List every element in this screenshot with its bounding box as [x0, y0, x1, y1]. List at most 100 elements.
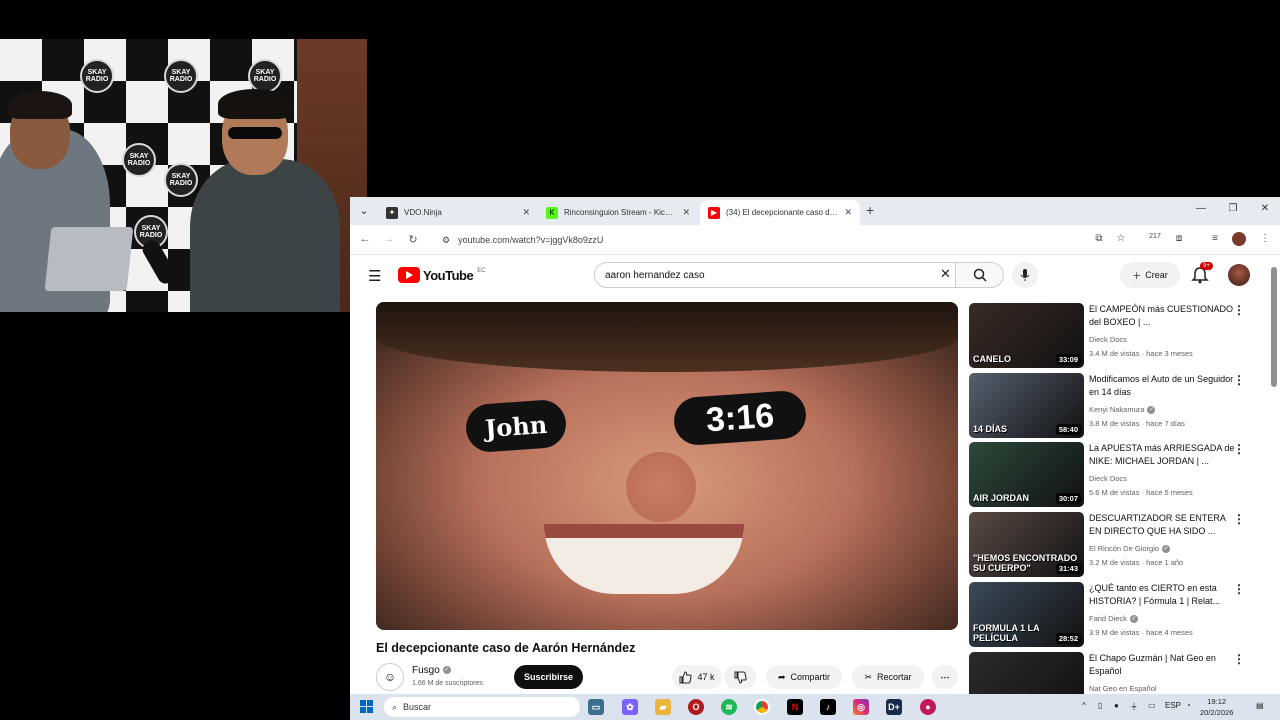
taskbar-search[interactable]: ⌕ Buscar: [384, 697, 580, 717]
windows-start-icon[interactable]: [360, 700, 373, 713]
new-tab-button[interactable]: +: [866, 202, 874, 218]
browser-menu-icon[interactable]: ⋮: [1258, 233, 1272, 244]
more-options-icon[interactable]: ⋮: [1233, 582, 1245, 596]
bookmark-star-icon[interactable]: ☆: [1114, 233, 1128, 244]
disney-plus-icon[interactable]: D+: [886, 699, 902, 715]
recommended-video[interactable]: 14 DÍAS 58:40 Modificamos el Auto de un Se…: [969, 373, 1259, 439]
tab-label: VDO.Ninja: [404, 208, 442, 217]
reload-icon[interactable]: ↻: [406, 233, 420, 246]
profile-avatar[interactable]: [1232, 232, 1246, 246]
back-icon[interactable]: ←: [358, 233, 372, 245]
copilot-icon[interactable]: ✿: [622, 699, 638, 715]
video-thumbnail[interactable]: "HEMOS ENCONTRADO SU CUERPO" 31:43: [969, 512, 1084, 577]
recommended-title[interactable]: El Chapo Guzmán | Nat Geo en Español: [1089, 652, 1237, 678]
thumbnail-text: 14 DÍAS: [973, 424, 1008, 434]
voice-search-button[interactable]: [1012, 262, 1038, 288]
tab-vdo-ninja[interactable]: ✦ VDO.Ninja ✕: [378, 200, 538, 225]
file-explorer-icon[interactable]: ▰: [655, 699, 671, 715]
video-player[interactable]: John 3:16: [376, 302, 958, 630]
site-info-icon[interactable]: ⚙: [442, 235, 450, 246]
language-indicator[interactable]: ESP: [1165, 701, 1181, 710]
search-input[interactable]: aaron hernandez caso: [594, 262, 956, 288]
close-icon[interactable]: ✕: [682, 207, 690, 218]
video-thumbnail[interactable]: AIR JORDAN 30:07: [969, 442, 1084, 507]
recommended-title[interactable]: La APUESTA más ARRIESGADA de NIKE: MICHA…: [1089, 442, 1237, 468]
more-options-icon[interactable]: ⋮: [1233, 512, 1245, 526]
netflix-icon[interactable]: N: [787, 699, 803, 715]
create-button[interactable]: ＋ Crear: [1120, 262, 1180, 288]
task-view-icon[interactable]: ▭: [588, 699, 604, 715]
minimize-icon[interactable]: —: [1194, 203, 1208, 214]
recommended-title[interactable]: DESCUARTIZADOR SE ENTERA EN DIRECTO QUE …: [1089, 512, 1237, 538]
recommended-video[interactable]: FORMULA 1 LA PELÍCULA 28:52 ¿QUÉ tanto es …: [969, 582, 1259, 648]
subscribe-button[interactable]: Suscribirse: [514, 665, 583, 689]
forward-icon[interactable]: →: [382, 233, 396, 245]
video-thumbnail[interactable]: [969, 652, 1084, 694]
account-avatar[interactable]: [1228, 264, 1250, 286]
recommended-video[interactable]: CANELO 33:09 El CAMPEÓN más CUESTIONADO de…: [969, 303, 1259, 369]
search-icon: ⌕: [392, 701, 398, 712]
close-icon[interactable]: ✕: [844, 207, 852, 218]
channel-name[interactable]: Fusgo ✓: [412, 665, 451, 676]
recommended-channel[interactable]: Dieck Docs: [1089, 335, 1127, 344]
menu-icon[interactable]: ☰: [368, 267, 381, 285]
tray-app-icon[interactable]: ▯: [1098, 701, 1102, 710]
more-options-icon[interactable]: ⋮: [1233, 652, 1245, 666]
notification-center-icon[interactable]: ▤: [1256, 701, 1264, 710]
chrome-icon[interactable]: [754, 699, 770, 715]
microphone-tray-icon[interactable]: ●: [1114, 701, 1119, 710]
close-window-icon[interactable]: ✕: [1258, 203, 1272, 214]
extension-badge-icon[interactable]: 217: [1148, 233, 1162, 240]
page-scrollbar[interactable]: [1270, 261, 1278, 694]
instagram-icon[interactable]: ◎: [853, 699, 869, 715]
recommended-video[interactable]: El Chapo Guzmán | Nat Geo en Español Nat …: [969, 652, 1259, 694]
eyeblack-right-text: 3:16: [704, 396, 776, 439]
recommended-channel[interactable]: Farid Dieck ✓: [1089, 614, 1138, 624]
recommended-channel[interactable]: El Rincón De Giorgio ✓: [1089, 544, 1171, 554]
video-thumbnail[interactable]: 14 DÍAS 58:40: [969, 373, 1084, 438]
channel-avatar[interactable]: ☺: [376, 663, 404, 691]
more-actions-icon[interactable]: ⋯: [932, 665, 958, 689]
more-options-icon[interactable]: ⋮: [1233, 442, 1245, 456]
clear-search-icon[interactable]: ✕: [940, 266, 951, 282]
clock[interactable]: 19:12 20/2/2026: [1200, 696, 1233, 718]
close-icon[interactable]: ✕: [522, 207, 530, 218]
opera-icon[interactable]: O: [688, 699, 704, 715]
chevron-up-icon[interactable]: ^: [1082, 701, 1086, 710]
recommended-title[interactable]: El CAMPEÓN más CUESTIONADO del BOXEO | .…: [1089, 303, 1237, 329]
restore-icon[interactable]: ❐: [1226, 203, 1240, 214]
tab-kick[interactable]: K Rinconsinguion Stream - Kick D ✕: [538, 200, 698, 225]
recommended-video[interactable]: AIR JORDAN 30:07 La APUESTA más ARRIESGADA…: [969, 442, 1259, 508]
usb-icon[interactable]: ⏚: [1130, 701, 1138, 712]
wifi-icon[interactable]: ◔: [1186, 701, 1191, 710]
youtube-icon: ▶: [708, 206, 720, 219]
more-options-icon[interactable]: ⋮: [1233, 303, 1245, 317]
extensions-icon[interactable]: ⧈: [1172, 233, 1186, 244]
youtube-logo[interactable]: YouTube EC: [398, 267, 486, 283]
recommended-title[interactable]: Modificamos el Auto de un Seguidor en 14…: [1089, 373, 1237, 399]
tiktok-icon[interactable]: ♪: [820, 699, 836, 715]
tab-youtube[interactable]: ▶ (34) El decepcionante caso de A ✕: [700, 200, 860, 225]
recommended-title[interactable]: ¿QUÉ tanto es CIERTO en esta HISTORIA? |…: [1089, 582, 1237, 608]
network-icon[interactable]: ▭: [1148, 701, 1156, 710]
like-button[interactable]: 47 k: [672, 665, 722, 689]
share-label: Compartir: [790, 672, 831, 682]
dislike-button[interactable]: [724, 665, 756, 689]
video-thumbnail[interactable]: CANELO 33:09: [969, 303, 1084, 368]
recommended-channel[interactable]: Dieck Docs: [1089, 474, 1127, 483]
tab-search-icon[interactable]: ⌄: [356, 203, 372, 219]
reading-list-icon[interactable]: ≡: [1208, 233, 1222, 244]
cast-icon[interactable]: ⧉: [1092, 233, 1106, 244]
scrollbar-thumb[interactable]: [1271, 267, 1277, 387]
spotify-icon[interactable]: ≋: [721, 699, 737, 715]
app-icon[interactable]: ●: [920, 699, 936, 715]
video-thumbnail[interactable]: FORMULA 1 LA PELÍCULA 28:52: [969, 582, 1084, 647]
more-options-icon[interactable]: ⋮: [1233, 373, 1245, 387]
share-button[interactable]: ➦ Compartir: [766, 665, 842, 689]
recommended-channel[interactable]: Nat Geo en Español: [1089, 684, 1157, 693]
clip-button[interactable]: ✂ Recortar: [852, 665, 924, 689]
recommended-video[interactable]: "HEMOS ENCONTRADO SU CUERPO" 31:43 DESCUAR…: [969, 512, 1259, 578]
recommended-channel[interactable]: Kenyi Nakamura ✓: [1089, 405, 1156, 415]
search-button[interactable]: [956, 262, 1004, 288]
url-field[interactable]: ⚙ youtube.com/watch?v=jggVk8o9zzU: [432, 229, 1122, 251]
